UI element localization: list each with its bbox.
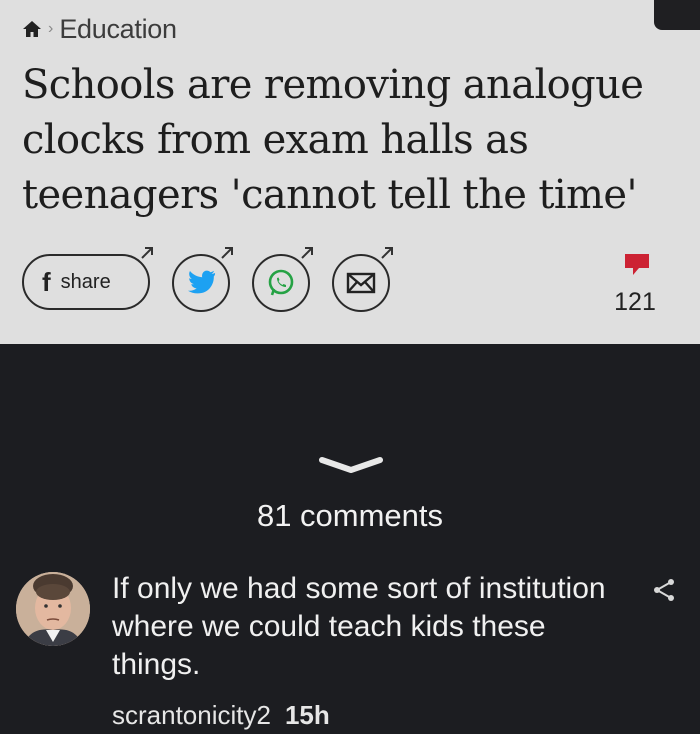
twitter-share-button[interactable] <box>172 254 230 312</box>
share-icon[interactable] <box>652 578 676 602</box>
article-card: › Education Schools are removing analogu… <box>0 0 700 344</box>
avatar-image <box>16 572 90 646</box>
comment-body: If only we had some sort of institution … <box>112 572 606 681</box>
external-arrow-icon <box>221 247 233 259</box>
whatsapp-icon <box>268 269 294 296</box>
facebook-icon: f <box>42 266 51 297</box>
comments-count: 81 comments <box>256 498 444 533</box>
whatsapp-share-button[interactable] <box>252 254 310 312</box>
article-comment-count[interactable]: 121 <box>610 288 660 317</box>
share-label: share <box>60 270 111 293</box>
twitter-icon <box>188 270 216 294</box>
external-arrow-icon <box>381 247 393 259</box>
avatar[interactable] <box>16 572 90 646</box>
comment-timestamp: 15h <box>284 700 330 730</box>
external-arrow-icon <box>141 247 153 259</box>
facebook-share-button[interactable]: f share <box>22 254 150 310</box>
external-arrow-icon <box>301 247 313 259</box>
breadcrumb-section[interactable]: Education <box>59 14 177 45</box>
email-share-button[interactable] <box>332 254 390 312</box>
article-headline: Schools are removing analogue clocks fro… <box>22 62 644 218</box>
email-icon <box>346 272 376 294</box>
breadcrumb: › Education <box>22 14 177 44</box>
comment-meta: scrantonicity2 15h <box>112 700 330 731</box>
comment-username[interactable]: scrantonicity2 <box>112 700 271 731</box>
chevron-down-icon[interactable] <box>316 454 386 476</box>
comment-icon[interactable] <box>623 252 651 278</box>
home-icon[interactable] <box>22 19 42 39</box>
breadcrumb-separator: › <box>48 20 54 37</box>
corner-overlay <box>654 0 700 30</box>
